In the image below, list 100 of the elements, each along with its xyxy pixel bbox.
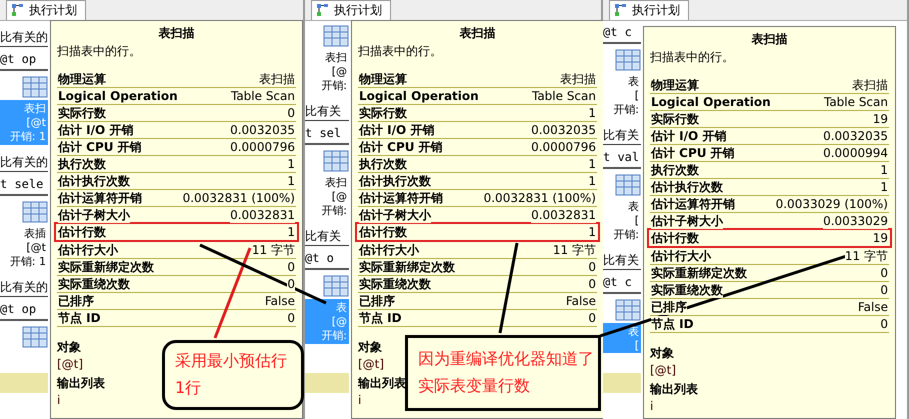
property-value: 表扫描 (259, 71, 295, 87)
property-value: 0.0032831 (100%) (182, 190, 295, 206)
property-value: 0.0033029 (823, 213, 888, 229)
batch-text: 比有关的 (0, 150, 48, 172)
batch-text: 比有关的 (0, 275, 48, 297)
query-text: @t c (603, 275, 641, 294)
property-label: 估计运算符开销 (58, 190, 142, 206)
property-label: 估计执行次数 (58, 173, 130, 189)
property-label: 执行次数 (58, 156, 106, 172)
table-icon[interactable] (615, 174, 641, 196)
property-label: 物理运算 (651, 77, 699, 93)
property-label: 估计执行次数 (651, 179, 723, 195)
property-label: 已排序 (651, 299, 687, 315)
plan-node-label[interactable]: 表 [ 开销: (603, 73, 641, 118)
property-label: 估计 I/O 开销 (651, 128, 726, 144)
query-text: t val (603, 150, 641, 169)
property-label: 估计行数 (58, 224, 106, 240)
property-value: 表扫描 (560, 71, 596, 87)
plan-diagram-icon (614, 3, 628, 17)
table-icon[interactable] (323, 25, 349, 47)
batch-text: 比有关 (305, 224, 349, 246)
property-value: 0.0032831 (230, 207, 295, 223)
plan-diagram-icon (11, 3, 25, 17)
property-label: 物理运算 (359, 71, 407, 87)
property-label: 实际重新绑定次数 (58, 259, 154, 275)
property-value: 0.0032831 (100%) (484, 190, 596, 206)
plan-tab[interactable]: 执行计划 (311, 0, 391, 20)
property-value: 11 字节 (552, 242, 596, 258)
property-label: 节点 ID (58, 310, 101, 326)
property-value: 0.0032831 (531, 207, 596, 223)
plan-tab[interactable]: 执行计划 (609, 0, 689, 20)
query-text: t sele (0, 177, 48, 196)
query-text: @t c (603, 25, 641, 44)
property-label: 实际行数 (651, 111, 699, 127)
property-label: 已排序 (359, 293, 395, 309)
query-text: t sel (305, 126, 349, 145)
status-bar (0, 373, 48, 393)
property-label: 估计运算符开销 (359, 190, 443, 206)
property-label: 实际重绕次数 (651, 282, 723, 298)
property-label: 估计行大小 (651, 248, 711, 264)
plan-node-label[interactable]: 表 [ 开销: (603, 198, 641, 243)
tooltip-description: 扫描表中的行。 (650, 49, 735, 66)
table-icon[interactable] (615, 49, 641, 71)
property-label: 估计行大小 (359, 242, 419, 258)
query-text: @t op (0, 52, 48, 71)
property-label: 估计 CPU 开销 (359, 139, 443, 155)
annotation-text: 实际表变量行数 (417, 376, 531, 397)
table-icon[interactable] (323, 150, 349, 172)
property-label: 实际重新绑定次数 (359, 259, 455, 275)
property-label: 估计子树大小 (58, 207, 130, 223)
property-label: 估计 CPU 开销 (58, 139, 142, 155)
property-label: 实际重绕次数 (359, 276, 431, 292)
tooltip-title: 表扫描 (750, 31, 788, 48)
property-value: 11 字节 (844, 248, 888, 264)
section-value: [@t] (57, 357, 84, 373)
property-label: 估计行数 (651, 230, 699, 246)
annotation-text: 因为重编译优化器知道了 (417, 349, 592, 370)
tooltip-description: 扫描表中的行。 (57, 43, 142, 60)
section-value: [@t] (650, 363, 676, 379)
plan-tab[interactable]: 执行计划 (6, 0, 86, 20)
property-label: 估计 I/O 开销 (359, 122, 434, 138)
table-icon[interactable] (615, 299, 641, 321)
annotation-text: 采用最小预估行 (174, 351, 288, 372)
property-label: 执行次数 (359, 156, 407, 172)
property-label: 实际重绕次数 (58, 276, 130, 292)
plan-node-label[interactable]: 表插 [@t 开销: 1 (0, 225, 48, 270)
property-label: 已排序 (58, 293, 94, 309)
property-label: Logical Operation (359, 88, 479, 104)
property-label: 估计行大小 (58, 242, 118, 258)
tooltip-title: 表扫描 (158, 25, 196, 42)
table-icon[interactable] (22, 201, 48, 223)
plan-diagram-icon (316, 3, 330, 17)
property-label: 实际行数 (58, 105, 106, 121)
property-label: 估计运算符开销 (651, 196, 735, 212)
table-icon[interactable] (22, 326, 48, 348)
batch-text: 比有关的 (0, 25, 48, 47)
table-icon[interactable] (323, 275, 349, 297)
status-bar (603, 373, 641, 393)
property-label: 估计子树大小 (651, 213, 723, 229)
property-label: 估计 CPU 开销 (651, 145, 735, 161)
property-label: 估计执行次数 (359, 173, 431, 189)
query-text: @t op (0, 302, 48, 321)
plan-node-label[interactable]: 表扫 [@ 开销: (305, 49, 349, 94)
section-value: i (57, 393, 60, 409)
property-value: 0.0033029 (100%) (776, 196, 888, 212)
batch-text: 比有关 (603, 123, 641, 145)
property-value: 11 字节 (252, 242, 295, 258)
property-label: 估计行数 (359, 224, 407, 240)
property-label: 执行次数 (651, 162, 699, 178)
property-label: Logical Operation (651, 94, 771, 110)
table-icon[interactable] (22, 76, 48, 98)
plan-node-label[interactable]: 表扫 [@ 开销: (305, 174, 349, 219)
batch-text: 比有关 (305, 99, 349, 121)
property-label: 实际重新绑定次数 (651, 265, 747, 281)
property-label: 实际行数 (359, 105, 407, 121)
property-label: 物理运算 (58, 71, 106, 87)
property-value: 表扫描 (852, 77, 888, 93)
annotation-text: 1行 (174, 378, 202, 399)
section-value: i (358, 393, 362, 409)
status-bar (305, 373, 349, 393)
